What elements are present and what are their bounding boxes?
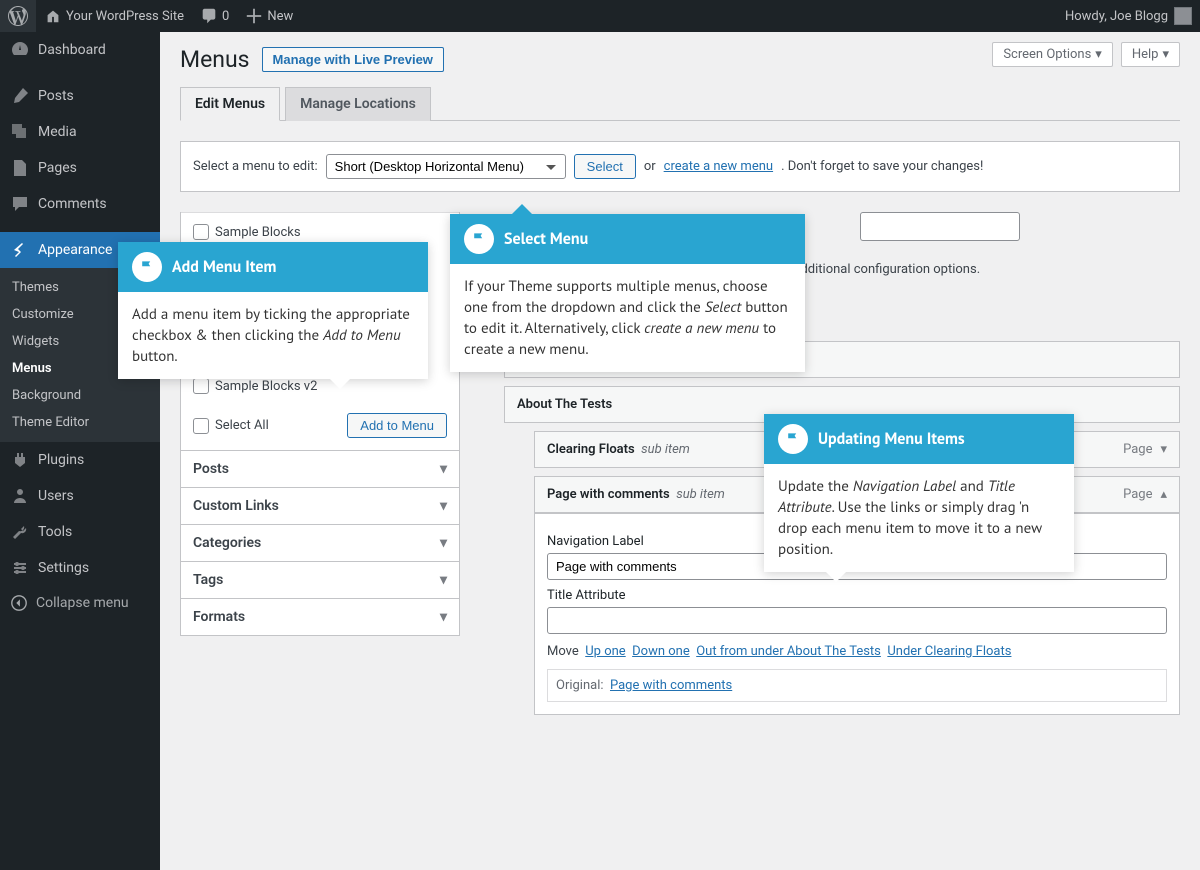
page-title: Menus <box>180 46 250 73</box>
callout-add-menu-item: Add Menu Item Add a menu item by ticking… <box>118 242 428 379</box>
chevron-down-icon: ▾ <box>440 572 447 588</box>
menu-name-input[interactable] <box>860 212 1020 241</box>
checkbox[interactable] <box>193 224 209 240</box>
flag-icon <box>778 424 808 454</box>
move-out-link[interactable]: Out from under About The Tests <box>696 644 881 659</box>
move-down-link[interactable]: Down one <box>632 644 690 659</box>
menu-selector-row: Select a menu to edit: Short (Desktop Ho… <box>180 141 1180 192</box>
original-link[interactable]: Page with comments <box>610 678 732 693</box>
sidebar-settings[interactable]: Settings <box>0 550 160 586</box>
metabox-custom-links[interactable]: Custom Links▾ <box>180 487 460 525</box>
metabox-tags[interactable]: Tags▾ <box>180 561 460 599</box>
tab-edit-menus[interactable]: Edit Menus <box>180 87 280 121</box>
collapse-menu[interactable]: Collapse menu <box>0 586 160 620</box>
sidebar-dashboard[interactable]: Dashboard <box>0 32 160 68</box>
create-new-menu-link[interactable]: create a new menu <box>664 159 773 174</box>
metabox-posts[interactable]: Posts▾ <box>180 450 460 488</box>
site-home[interactable]: Your WordPress Site <box>36 0 192 32</box>
sub-background[interactable]: Background <box>0 382 160 409</box>
metabox-formats[interactable]: Formats▾ <box>180 598 460 636</box>
chevron-down-icon: ▾ <box>440 498 447 514</box>
original-row: Original: Page with comments <box>547 669 1167 702</box>
screen-options-button[interactable]: Screen Options ▾ <box>992 42 1113 67</box>
new-content[interactable]: New <box>237 0 301 32</box>
sidebar-plugins[interactable]: Plugins <box>0 442 160 478</box>
menu-select[interactable]: Short (Desktop Horizontal Menu) <box>326 154 566 179</box>
move-under-link[interactable]: Under Clearing Floats <box>887 644 1011 659</box>
chevron-down-icon: ▾ <box>440 461 447 477</box>
flag-icon <box>132 252 162 282</box>
add-to-menu-button[interactable]: Add to Menu <box>347 413 447 438</box>
sidebar-comments[interactable]: Comments <box>0 186 160 222</box>
sidebar-users[interactable]: Users <box>0 478 160 514</box>
checkbox[interactable] <box>193 418 209 434</box>
my-account[interactable]: Howdy, Joe Blogg <box>1065 7 1200 25</box>
title-attr-label: Title Attribute <box>547 588 1167 603</box>
chevron-down-icon: ▾ <box>1095 47 1102 62</box>
sidebar-media[interactable]: Media <box>0 114 160 150</box>
title-attribute-input[interactable] <box>547 607 1167 634</box>
callout-updating-menu-items: Updating Menu Items Update the Navigatio… <box>764 414 1074 572</box>
site-name: Your WordPress Site <box>66 9 184 24</box>
move-links: Move Up one Down one Out from under Abou… <box>547 644 1167 659</box>
sidebar-pages[interactable]: Pages <box>0 150 160 186</box>
move-up-link[interactable]: Up one <box>585 644 625 659</box>
wp-logo[interactable] <box>0 0 36 32</box>
page-item[interactable]: Sample Blocks <box>193 221 447 243</box>
sidebar-tools[interactable]: Tools <box>0 514 160 550</box>
nav-tabs: Edit Menus Manage Locations <box>180 87 1180 121</box>
callout-select-menu: Select Menu If your Theme supports multi… <box>450 214 805 372</box>
live-preview-button[interactable]: Manage with Live Preview <box>262 47 444 72</box>
chevron-up-icon[interactable]: ▴ <box>1160 487 1167 502</box>
chevron-down-icon[interactable]: ▾ <box>1160 442 1167 457</box>
metabox-categories[interactable]: Categories▾ <box>180 524 460 562</box>
tab-manage-locations[interactable]: Manage Locations <box>285 87 431 121</box>
comments-bubble[interactable]: 0 <box>192 0 237 32</box>
selector-label: Select a menu to edit: <box>193 159 318 174</box>
admin-bar: Your WordPress Site 0 New Howdy, Joe Blo… <box>0 0 1200 32</box>
chevron-down-icon: ▾ <box>440 609 447 625</box>
help-button[interactable]: Help ▾ <box>1121 42 1180 67</box>
sidebar-posts[interactable]: Posts <box>0 78 160 114</box>
avatar <box>1174 7 1192 25</box>
sub-theme-editor[interactable]: Theme Editor <box>0 409 160 436</box>
admin-sidebar: Dashboard Posts Media Pages Comments App… <box>0 32 160 870</box>
select-button[interactable]: Select <box>574 154 636 179</box>
select-all[interactable]: Select All <box>193 415 269 437</box>
chevron-down-icon: ▾ <box>440 535 447 551</box>
checkbox[interactable] <box>193 378 209 394</box>
chevron-down-icon: ▾ <box>1162 47 1169 62</box>
flag-icon <box>464 224 494 254</box>
